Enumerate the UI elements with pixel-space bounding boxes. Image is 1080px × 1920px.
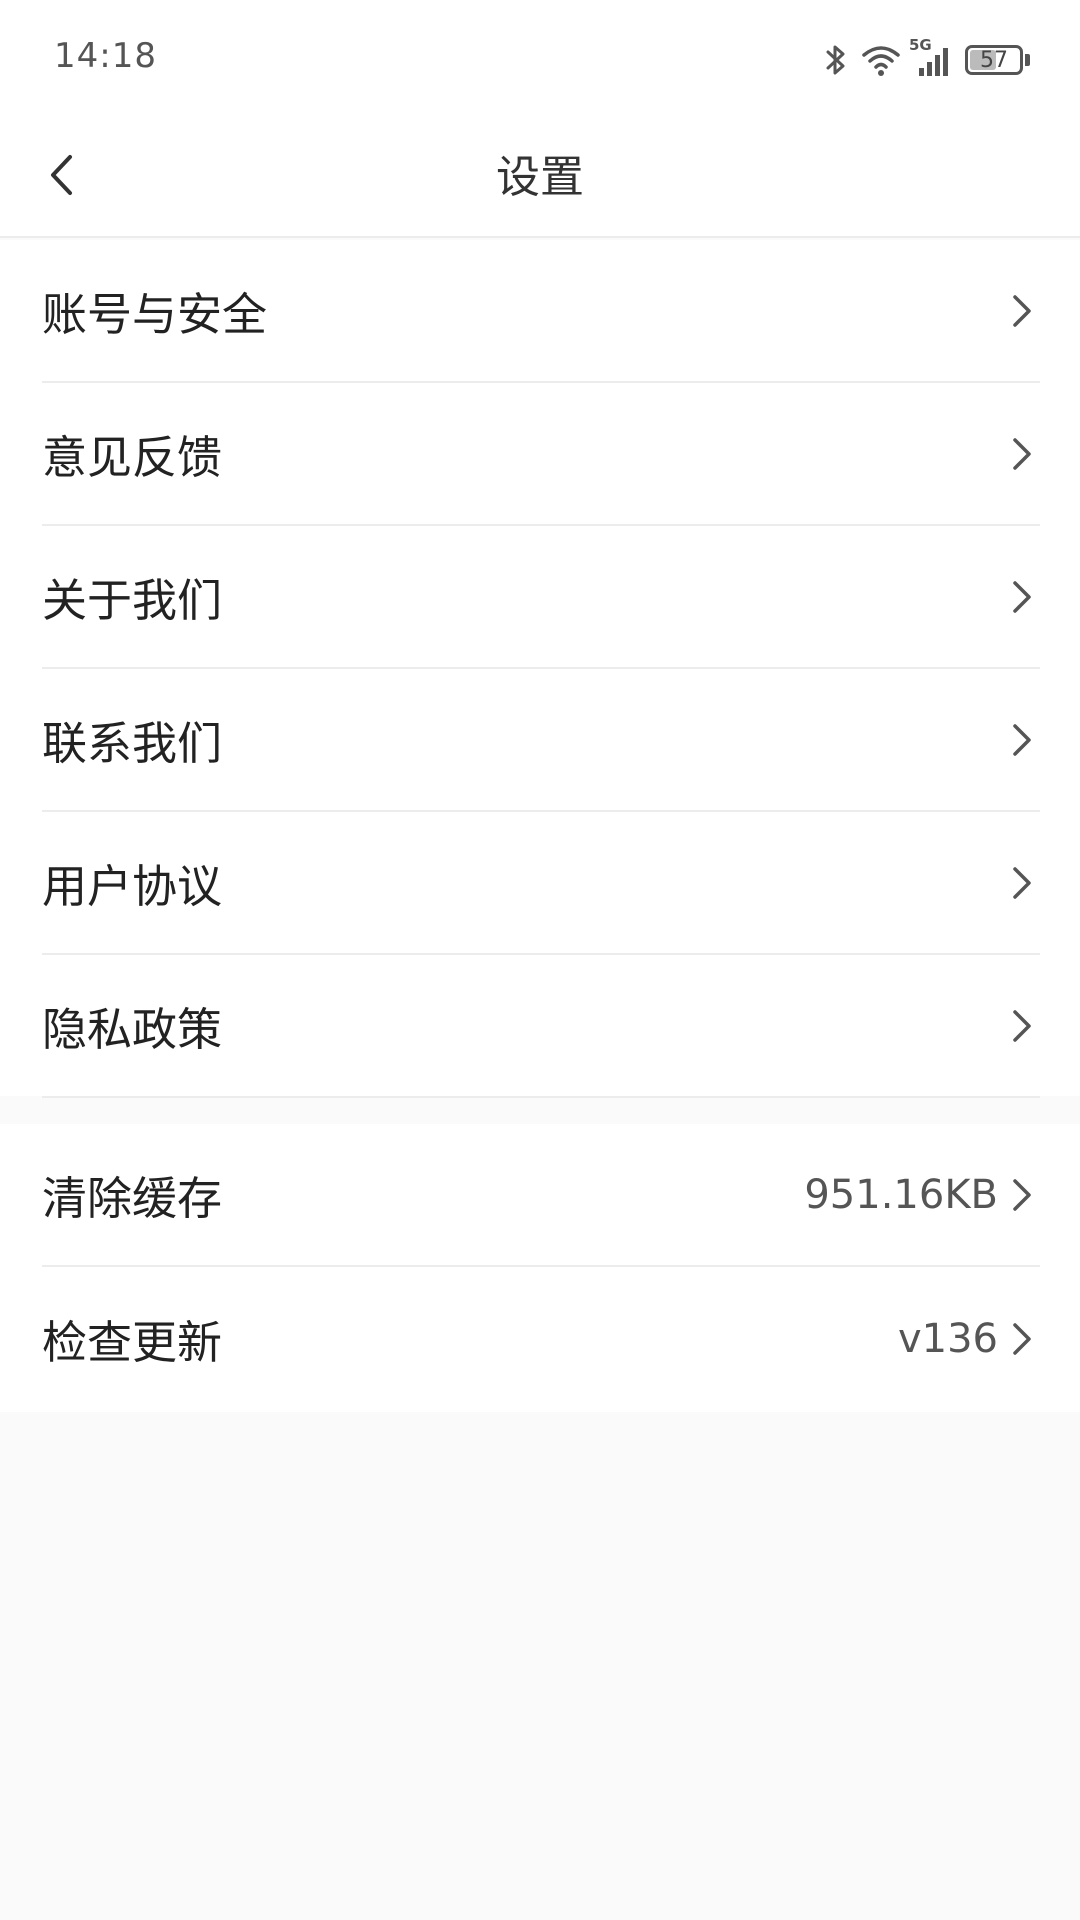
settings-item-about-us[interactable]: 关于我们	[42, 526, 1040, 669]
chevron-right-icon	[1004, 863, 1040, 903]
wifi-icon	[861, 42, 901, 78]
settings-item-label: 账号与安全	[42, 288, 268, 341]
status-bar: 14:18 5G 57	[0, 0, 1080, 118]
chevron-right-icon	[1004, 577, 1040, 617]
cache-size-value: 951.16KB	[804, 1171, 998, 1218]
status-time: 14:18	[54, 36, 157, 76]
back-button[interactable]	[26, 142, 96, 212]
settings-group-main: 账号与安全 意见反馈 关于我们 联系我们 用户协议 隐私政策	[0, 240, 1080, 1098]
chevron-right-icon	[1004, 720, 1040, 760]
chevron-right-icon	[1004, 1175, 1040, 1215]
settings-item-contact-us[interactable]: 联系我们	[42, 669, 1040, 812]
nav-bar: 设置	[0, 118, 1080, 238]
settings-group-system: 清除缓存 951.16KB 检查更新 v136	[0, 1124, 1080, 1412]
bluetooth-icon	[823, 42, 849, 78]
chevron-left-icon	[46, 153, 76, 201]
cellular-signal-icon: 5G	[909, 36, 953, 78]
battery-nub	[1025, 54, 1030, 66]
settings-item-account-security[interactable]: 账号与安全	[42, 240, 1040, 383]
settings-item-feedback[interactable]: 意见反馈	[42, 383, 1040, 526]
network-type-label: 5G	[909, 36, 932, 54]
battery-icon: 57	[965, 45, 1030, 75]
version-value: v136	[897, 1315, 998, 1362]
chevron-right-icon	[1004, 291, 1040, 331]
settings-item-label: 隐私政策	[42, 1003, 223, 1056]
settings-item-label: 清除缓存	[42, 1172, 223, 1225]
battery-level: 57	[980, 47, 1008, 73]
settings-item-label: 检查更新	[42, 1316, 223, 1369]
settings-item-label: 意见反馈	[42, 431, 223, 484]
page-title: 设置	[496, 152, 584, 203]
battery-frame: 57	[965, 45, 1023, 75]
chevron-right-icon	[1004, 1319, 1040, 1359]
settings-item-user-agreement[interactable]: 用户协议	[42, 812, 1040, 955]
status-icons: 5G 57	[823, 36, 1030, 82]
settings-item-label: 关于我们	[42, 574, 223, 627]
settings-item-clear-cache[interactable]: 清除缓存 951.16KB	[42, 1124, 1040, 1267]
chevron-right-icon	[1004, 434, 1040, 474]
settings-item-check-update[interactable]: 检查更新 v136	[42, 1267, 1040, 1410]
settings-item-privacy-policy[interactable]: 隐私政策	[42, 955, 1040, 1098]
settings-item-label: 用户协议	[42, 860, 223, 913]
chevron-right-icon	[1004, 1006, 1040, 1046]
settings-item-label: 联系我们	[42, 717, 223, 770]
